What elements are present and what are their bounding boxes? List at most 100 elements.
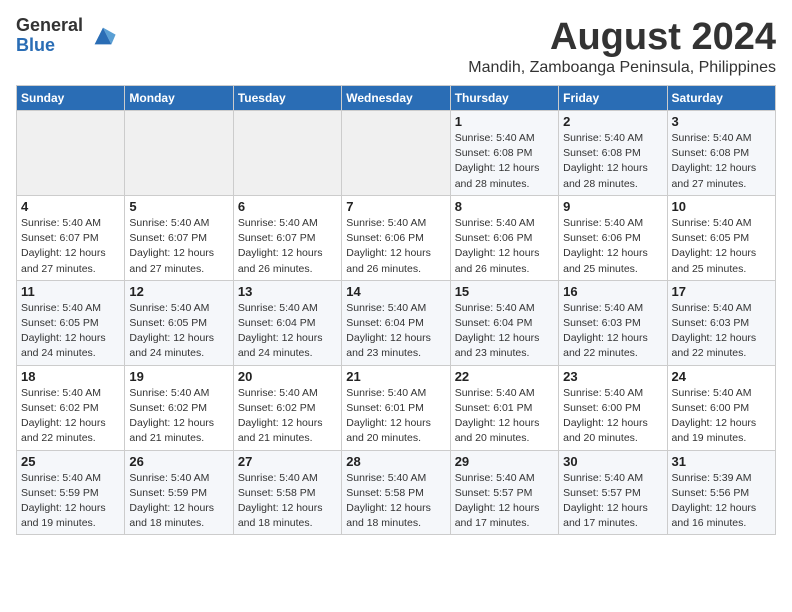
logo-general-text: General	[16, 16, 83, 36]
day-number: 9	[563, 199, 662, 214]
day-info-text: Sunrise: 5:40 AM Sunset: 5:59 PM Dayligh…	[21, 471, 120, 532]
day-number: 8	[455, 199, 554, 214]
day-cell	[17, 111, 125, 196]
day-cell: 9 Sunrise: 5:40 AM Sunset: 6:06 PM Daylig…	[559, 195, 667, 280]
day-number: 6	[238, 199, 337, 214]
day-number: 13	[238, 284, 337, 299]
day-number: 5	[129, 199, 228, 214]
day-number: 11	[21, 284, 120, 299]
day-cell: 3 Sunrise: 5:40 AM Sunset: 6:08 PM Daylig…	[667, 111, 775, 196]
day-cell: 5 Sunrise: 5:40 AM Sunset: 6:07 PM Daylig…	[125, 195, 233, 280]
day-number: 22	[455, 369, 554, 384]
day-info-text: Sunrise: 5:40 AM Sunset: 6:08 PM Dayligh…	[455, 131, 554, 192]
week-row-3: 11 Sunrise: 5:40 AM Sunset: 6:05 PM Dayli…	[17, 280, 776, 365]
day-info-text: Sunrise: 5:40 AM Sunset: 6:03 PM Dayligh…	[563, 301, 662, 362]
day-info-text: Sunrise: 5:40 AM Sunset: 6:02 PM Dayligh…	[21, 386, 120, 447]
day-info-text: Sunrise: 5:40 AM Sunset: 6:01 PM Dayligh…	[455, 386, 554, 447]
day-cell: 15 Sunrise: 5:40 AM Sunset: 6:04 PM Dayli…	[450, 280, 558, 365]
page-header: General Blue August 2024 Mandih, Zamboan…	[16, 16, 776, 77]
day-number: 17	[672, 284, 771, 299]
day-info-text: Sunrise: 5:40 AM Sunset: 6:06 PM Dayligh…	[346, 216, 445, 277]
location-subtitle: Mandih, Zamboanga Peninsula, Philippines	[468, 59, 776, 77]
day-cell: 25 Sunrise: 5:40 AM Sunset: 5:59 PM Dayli…	[17, 450, 125, 535]
day-number: 16	[563, 284, 662, 299]
col-header-thursday: Thursday	[450, 86, 558, 111]
day-info-text: Sunrise: 5:40 AM Sunset: 5:59 PM Dayligh…	[129, 471, 228, 532]
day-info-text: Sunrise: 5:40 AM Sunset: 5:57 PM Dayligh…	[455, 471, 554, 532]
day-cell: 29 Sunrise: 5:40 AM Sunset: 5:57 PM Dayli…	[450, 450, 558, 535]
day-number: 4	[21, 199, 120, 214]
week-row-4: 18Sunrise: 5:40 AM Sunset: 6:02 PM Dayli…	[17, 365, 776, 450]
day-cell	[233, 111, 341, 196]
day-info-text: Sunrise: 5:40 AM Sunset: 6:02 PM Dayligh…	[129, 386, 228, 447]
day-cell: 28Sunrise: 5:40 AM Sunset: 5:58 PM Dayli…	[342, 450, 450, 535]
week-row-5: 25 Sunrise: 5:40 AM Sunset: 5:59 PM Dayli…	[17, 450, 776, 535]
calendar-header-row: SundayMondayTuesdayWednesdayThursdayFrid…	[17, 86, 776, 111]
day-info-text: Sunrise: 5:40 AM Sunset: 6:01 PM Dayligh…	[346, 386, 445, 447]
day-info-text: Sunrise: 5:40 AM Sunset: 6:07 PM Dayligh…	[21, 216, 120, 277]
day-info-text: Sunrise: 5:40 AM Sunset: 6:07 PM Dayligh…	[129, 216, 228, 277]
day-cell: 24 Sunrise: 5:40 AM Sunset: 6:00 PM Dayli…	[667, 365, 775, 450]
day-cell: 7 Sunrise: 5:40 AM Sunset: 6:06 PM Daylig…	[342, 195, 450, 280]
day-number: 26	[129, 454, 228, 469]
day-info-text: Sunrise: 5:40 AM Sunset: 6:07 PM Dayligh…	[238, 216, 337, 277]
col-header-sunday: Sunday	[17, 86, 125, 111]
day-cell: 2 Sunrise: 5:40 AM Sunset: 6:08 PM Daylig…	[559, 111, 667, 196]
day-cell: 18Sunrise: 5:40 AM Sunset: 6:02 PM Dayli…	[17, 365, 125, 450]
col-header-friday: Friday	[559, 86, 667, 111]
day-cell: 4 Sunrise: 5:40 AM Sunset: 6:07 PM Daylig…	[17, 195, 125, 280]
day-number: 15	[455, 284, 554, 299]
day-cell: 20 Sunrise: 5:40 AM Sunset: 6:02 PM Dayli…	[233, 365, 341, 450]
day-number: 20	[238, 369, 337, 384]
day-info-text: Sunrise: 5:40 AM Sunset: 6:03 PM Dayligh…	[672, 301, 771, 362]
day-info-text: Sunrise: 5:40 AM Sunset: 6:05 PM Dayligh…	[672, 216, 771, 277]
day-number: 3	[672, 114, 771, 129]
day-info-text: Sunrise: 5:40 AM Sunset: 6:02 PM Dayligh…	[238, 386, 337, 447]
day-cell: 22 Sunrise: 5:40 AM Sunset: 6:01 PM Dayli…	[450, 365, 558, 450]
logo-blue-text: Blue	[16, 36, 83, 56]
day-info-text: Sunrise: 5:40 AM Sunset: 6:04 PM Dayligh…	[346, 301, 445, 362]
day-number: 30	[563, 454, 662, 469]
day-number: 2	[563, 114, 662, 129]
day-number: 27	[238, 454, 337, 469]
day-cell: 8 Sunrise: 5:40 AM Sunset: 6:06 PM Daylig…	[450, 195, 558, 280]
day-cell: 16 Sunrise: 5:40 AM Sunset: 6:03 PM Dayli…	[559, 280, 667, 365]
day-number: 25	[21, 454, 120, 469]
day-number: 19	[129, 369, 228, 384]
day-info-text: Sunrise: 5:40 AM Sunset: 6:00 PM Dayligh…	[563, 386, 662, 447]
day-info-text: Sunrise: 5:40 AM Sunset: 5:58 PM Dayligh…	[346, 471, 445, 532]
day-cell: 23Sunrise: 5:40 AM Sunset: 6:00 PM Dayli…	[559, 365, 667, 450]
day-cell	[342, 111, 450, 196]
day-cell: 17 Sunrise: 5:40 AM Sunset: 6:03 PM Dayli…	[667, 280, 775, 365]
day-cell: 13Sunrise: 5:40 AM Sunset: 6:04 PM Dayli…	[233, 280, 341, 365]
day-cell: 14 Sunrise: 5:40 AM Sunset: 6:04 PM Dayli…	[342, 280, 450, 365]
day-cell: 30 Sunrise: 5:40 AM Sunset: 5:57 PM Dayli…	[559, 450, 667, 535]
day-info-text: Sunrise: 5:40 AM Sunset: 6:08 PM Dayligh…	[672, 131, 771, 192]
day-number: 31	[672, 454, 771, 469]
day-cell: 6 Sunrise: 5:40 AM Sunset: 6:07 PM Daylig…	[233, 195, 341, 280]
day-number: 29	[455, 454, 554, 469]
day-number: 1	[455, 114, 554, 129]
day-cell: 10Sunrise: 5:40 AM Sunset: 6:05 PM Dayli…	[667, 195, 775, 280]
day-info-text: Sunrise: 5:40 AM Sunset: 6:04 PM Dayligh…	[455, 301, 554, 362]
day-info-text: Sunrise: 5:40 AM Sunset: 6:06 PM Dayligh…	[455, 216, 554, 277]
col-header-tuesday: Tuesday	[233, 86, 341, 111]
day-info-text: Sunrise: 5:40 AM Sunset: 6:00 PM Dayligh…	[672, 386, 771, 447]
day-info-text: Sunrise: 5:40 AM Sunset: 6:08 PM Dayligh…	[563, 131, 662, 192]
month-year-title: August 2024	[468, 16, 776, 59]
day-info-text: Sunrise: 5:40 AM Sunset: 5:57 PM Dayligh…	[563, 471, 662, 532]
day-number: 24	[672, 369, 771, 384]
day-info-text: Sunrise: 5:40 AM Sunset: 5:58 PM Dayligh…	[238, 471, 337, 532]
day-number: 14	[346, 284, 445, 299]
day-info-text: Sunrise: 5:40 AM Sunset: 6:06 PM Dayligh…	[563, 216, 662, 277]
week-row-2: 4 Sunrise: 5:40 AM Sunset: 6:07 PM Daylig…	[17, 195, 776, 280]
day-number: 12	[129, 284, 228, 299]
day-cell	[125, 111, 233, 196]
day-cell: 19 Sunrise: 5:40 AM Sunset: 6:02 PM Dayli…	[125, 365, 233, 450]
col-header-saturday: Saturday	[667, 86, 775, 111]
day-cell: 31 Sunrise: 5:39 AM Sunset: 5:56 PM Dayli…	[667, 450, 775, 535]
day-number: 7	[346, 199, 445, 214]
day-cell: 21Sunrise: 5:40 AM Sunset: 6:01 PM Dayli…	[342, 365, 450, 450]
day-info-text: Sunrise: 5:39 AM Sunset: 5:56 PM Dayligh…	[672, 471, 771, 532]
day-info-text: Sunrise: 5:40 AM Sunset: 6:05 PM Dayligh…	[129, 301, 228, 362]
